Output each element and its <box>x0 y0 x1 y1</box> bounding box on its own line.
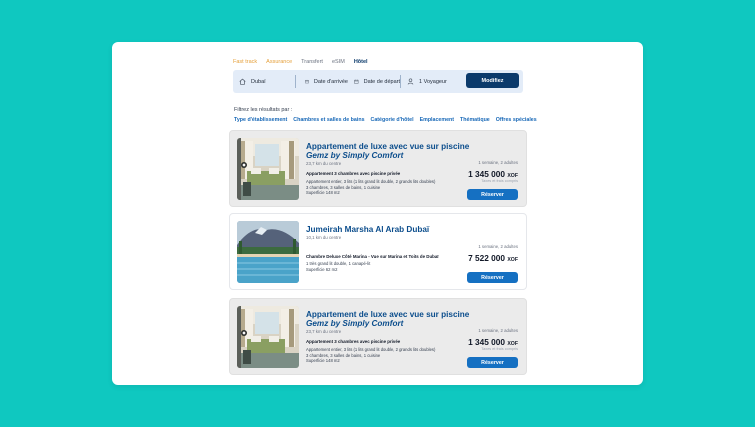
filter-categorie[interactable]: Catégorie d'hôtel <box>371 117 414 123</box>
room-detail-line: Appartement entier, 3 lits (1 lits grand… <box>306 179 436 184</box>
home-icon <box>239 78 246 85</box>
tab-hotel[interactable]: Hôtel <box>354 59 368 65</box>
reserve-button[interactable]: Réserver <box>467 272 518 283</box>
filters-title: Filtrez les résultats par : <box>234 107 293 113</box>
stay-info: 1 semaine, 2 adultes <box>478 244 518 249</box>
reserve-button[interactable]: Réserver <box>467 189 518 200</box>
price-amount: 1 345 000 <box>468 337 506 347</box>
room-details: Appartement entier, 3 lits (1 lits grand… <box>306 179 435 196</box>
hotel-result-card: Appartement de luxe avec vue sur piscine… <box>229 130 527 207</box>
destination-field[interactable]: Dubaï <box>233 70 295 93</box>
reserve-button[interactable]: Réserver <box>467 357 518 368</box>
stay-info: 1 semaine, 2 adultes <box>478 328 518 333</box>
hotel-subtitle: Gemz by Simply Comfort <box>306 319 404 328</box>
calendar-icon <box>305 79 309 84</box>
tab-assurance[interactable]: Assurance <box>266 59 292 65</box>
tab-esim[interactable]: eSIM <box>332 59 345 65</box>
distance-text: 23,7 km du centre <box>306 161 342 166</box>
taxes-note: Taxes et frais compris <box>481 347 518 351</box>
travelers-value: 1 Voyageur <box>419 78 447 85</box>
filter-emplacement[interactable]: Emplacement <box>420 117 454 123</box>
distance-text: 23,7 km du centre <box>306 329 342 334</box>
distance-text: 10,1 km du centre <box>306 235 342 240</box>
departure-date-field[interactable]: Date de départ <box>348 70 400 93</box>
filter-chambres[interactable]: Chambres et salles de bains <box>293 117 364 123</box>
arrival-date-field[interactable]: Date d'arrivée <box>296 70 348 93</box>
room-details: Appartement entier, 3 lits (1 lits grand… <box>306 347 435 364</box>
hotel-room-image[interactable] <box>237 306 299 368</box>
price: 1 345 000 XOF <box>468 169 518 179</box>
destination-value: Dubaï <box>251 78 266 85</box>
tab-transfert[interactable]: Transfert <box>301 59 323 65</box>
hotel-result-card: Jumeirah Marsha Al Arab Dubaï 10,1 km du… <box>229 213 527 290</box>
room-type: Appartement 3 chambres avec piscine priv… <box>306 171 401 176</box>
user-icon <box>407 78 414 85</box>
room-detail-line: Superficie 62 m2 <box>306 266 338 272</box>
filter-offres[interactable]: Offres spéciales <box>496 117 537 123</box>
resort-pool-image[interactable] <box>237 221 299 283</box>
price: 7 522 000 XOF <box>468 253 518 263</box>
travelers-field[interactable]: 1 Voyageur <box>401 70 459 93</box>
room-type: Chambre Deluxe Côté Marina - Vue sur Mar… <box>306 254 439 259</box>
price-amount: 7 522 000 <box>468 253 506 263</box>
price-currency: XOF <box>507 257 518 263</box>
hotel-title[interactable]: Appartement de luxe avec vue sur piscine <box>306 310 469 319</box>
filter-type-etablissement[interactable]: Type d'établissement <box>234 117 287 123</box>
filter-links: Type d'établissement Chambres et salles … <box>234 117 543 123</box>
service-tabs: Fast track Assurance Transfert eSIM Hôte… <box>233 59 377 65</box>
filter-thematique[interactable]: Thématique <box>460 117 490 123</box>
departure-date-placeholder: Date de départ <box>363 78 400 85</box>
modify-search-button[interactable]: Modifiez <box>466 73 519 88</box>
room-type: Appartement 3 chambres avec piscine priv… <box>306 339 401 344</box>
room-detail-line: Appartement entier, 3 lits (1 lits grand… <box>306 347 436 352</box>
arrival-date-placeholder: Date d'arrivée <box>313 78 348 85</box>
hotel-result-card: Appartement de luxe avec vue sur piscine… <box>229 298 527 375</box>
taxes-note: Taxes et frais compris <box>481 179 518 183</box>
room-detail-line: Superficie 148 m2 <box>306 358 340 364</box>
hotel-title[interactable]: Jumeirah Marsha Al Arab Dubaï <box>306 225 429 234</box>
room-details: 1 très grand lit double, 1 canapé-lit Su… <box>306 261 370 272</box>
price: 1 345 000 XOF <box>468 337 518 347</box>
hotel-title[interactable]: Appartement de luxe avec vue sur piscine <box>306 142 469 151</box>
hotel-room-image[interactable] <box>237 138 299 200</box>
stay-info: 1 semaine, 2 adultes <box>478 160 518 165</box>
calendar-icon <box>354 79 359 84</box>
room-detail-line: Superficie 148 m2 <box>306 190 340 196</box>
booking-panel: Fast track Assurance Transfert eSIM Hôte… <box>112 42 643 385</box>
search-bar: Dubaï Date d'arrivée Date de départ 1 Vo… <box>233 70 523 93</box>
price-amount: 1 345 000 <box>468 169 506 179</box>
hotel-subtitle: Gemz by Simply Comfort <box>306 151 404 160</box>
tab-fast-track[interactable]: Fast track <box>233 59 257 65</box>
room-detail-line: 1 très grand lit double, 1 canapé-lit <box>306 261 371 266</box>
